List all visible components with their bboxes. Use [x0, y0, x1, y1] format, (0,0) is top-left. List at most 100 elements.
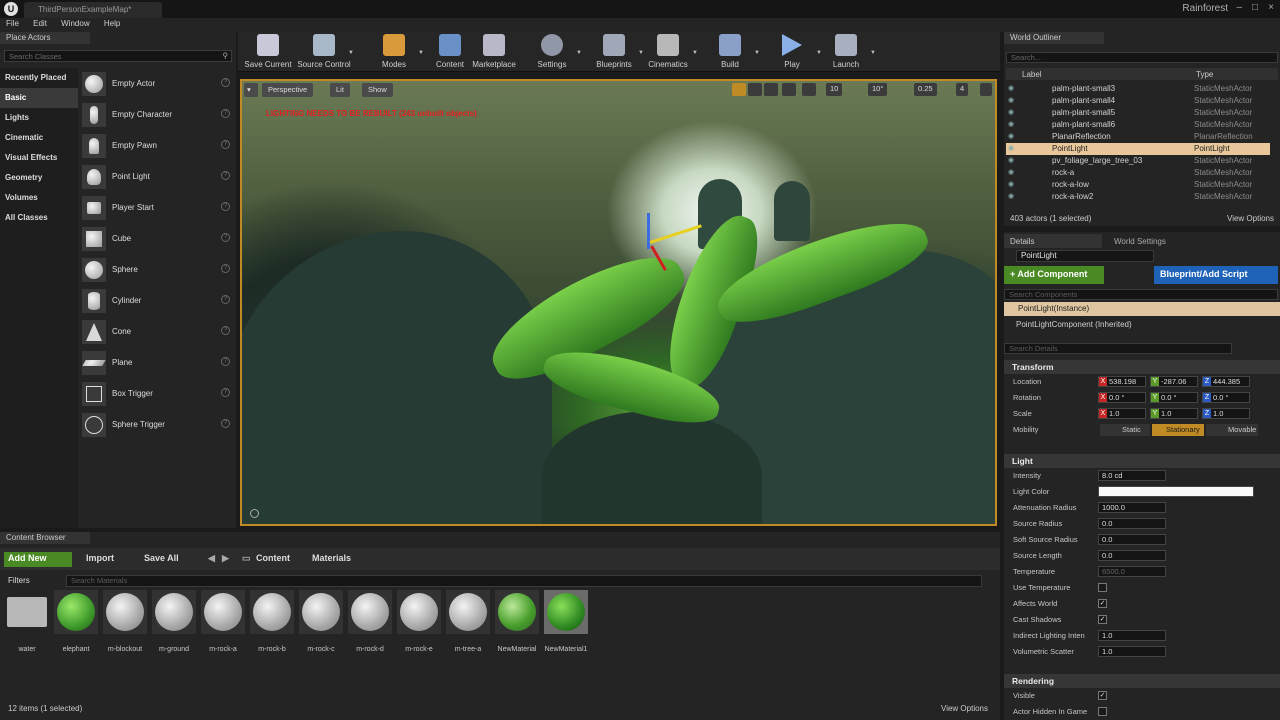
location-label[interactable]: Location [1013, 377, 1041, 386]
marketplace-button[interactable]: Marketplace [466, 34, 522, 69]
modes-button[interactable]: Modes ▼ [366, 34, 424, 69]
rotate-tool-icon[interactable] [748, 83, 762, 96]
asset-tile[interactable]: water [4, 590, 50, 653]
visibility-eye-icon[interactable]: ◉ [1008, 83, 1014, 95]
mobility-stationary-button[interactable]: Stationary [1152, 424, 1204, 436]
minimize-icon[interactable]: – [1236, 2, 1242, 13]
help-icon[interactable]: ? [221, 295, 230, 304]
rotation-label[interactable]: Rotation [1013, 393, 1041, 402]
content-browser-tab[interactable]: Content Browser [0, 532, 90, 544]
class-search-input[interactable]: Search Classes ⚲ [4, 50, 232, 62]
asset-tile[interactable]: m-rock-a [200, 590, 246, 653]
show-button[interactable]: Show [362, 83, 393, 97]
transform-header[interactable]: Transform [1004, 360, 1280, 374]
outliner-row[interactable]: ◉ rock-a-low2 StaticMeshActor [1006, 191, 1270, 203]
save-all-button[interactable]: Save All [140, 552, 183, 567]
actor-item[interactable]: Box Trigger? [80, 378, 232, 409]
scale-x[interactable]: X 1.0 [1098, 408, 1146, 419]
scale-y[interactable]: Y 1.0 [1150, 408, 1198, 419]
component-instance-row[interactable]: PointLight(Instance) [1004, 302, 1280, 316]
outliner-row-selected[interactable]: ◉ PointLight PointLight [1006, 143, 1270, 155]
outliner-row[interactable]: ◉ palm-plant-small6 StaticMeshActor [1006, 119, 1270, 131]
soft-source-radius-field[interactable]: 0.0 [1098, 534, 1166, 545]
lit-button[interactable]: Lit [330, 83, 350, 97]
visibility-eye-icon[interactable]: ◉ [1008, 167, 1014, 179]
help-icon[interactable]: ? [221, 419, 230, 428]
asset-tile[interactable]: m-rock-e [396, 590, 442, 653]
menu-edit[interactable]: Edit [27, 18, 53, 29]
source-length-field[interactable]: 0.0 [1098, 550, 1166, 561]
add-component-button[interactable]: + Add Component [1004, 266, 1104, 284]
visibility-eye-icon[interactable]: ◉ [1008, 119, 1014, 131]
perspective-button[interactable]: Perspective [262, 83, 314, 97]
help-icon[interactable]: ? [221, 109, 230, 118]
help-icon[interactable]: ? [221, 233, 230, 242]
scale-snap-value[interactable]: 0.25 [914, 83, 937, 96]
asset-tile[interactable]: m-rock-c [298, 590, 344, 653]
source-control-button[interactable]: Source Control ▼ [296, 34, 354, 69]
category-lights[interactable]: Lights [0, 108, 78, 128]
place-actors-tab[interactable]: Place Actors [0, 32, 90, 44]
save-current-button[interactable]: Save Current [240, 34, 296, 69]
outliner-row[interactable]: ◉ rock-a-low StaticMeshActor [1006, 179, 1270, 191]
world-settings-tab[interactable]: World Settings [1108, 234, 1172, 248]
category-basic[interactable]: Basic [0, 88, 78, 108]
actor-item[interactable]: Empty Character? [80, 99, 232, 130]
close-icon[interactable]: × [1268, 2, 1274, 13]
intensity-field[interactable]: 8.0 cd [1098, 470, 1166, 481]
launch-button[interactable]: Launch ▼ [818, 34, 876, 69]
actor-item[interactable]: Empty Actor? [80, 68, 232, 99]
asset-tile[interactable]: m-blockout [102, 590, 148, 653]
indirect-lighting-field[interactable]: 1.0 [1098, 630, 1166, 641]
cast-shadows-checkbox[interactable]: ✓ [1098, 615, 1107, 624]
mobility-static-button[interactable]: Static [1100, 424, 1150, 436]
surface-snap-icon[interactable] [802, 83, 816, 96]
details-tab[interactable]: Details [1004, 234, 1102, 248]
breadcrumb-materials[interactable]: Materials [308, 552, 355, 567]
point-light-component-row[interactable]: PointLightComponent (Inherited) [1016, 320, 1132, 329]
help-icon[interactable]: ? [221, 264, 230, 273]
dropdown-icon[interactable]: ▼ [754, 50, 760, 56]
menu-file[interactable]: File [0, 18, 25, 29]
visibility-eye-icon[interactable]: ◉ [1008, 95, 1014, 107]
maximize-icon[interactable]: □ [1252, 2, 1258, 13]
help-icon[interactable]: ? [221, 140, 230, 149]
outliner-row[interactable]: ◉ palm-plant-small3 StaticMeshActor [1006, 83, 1270, 95]
filters-button[interactable]: Filters [8, 576, 30, 585]
visibility-eye-icon[interactable]: ◉ [1008, 179, 1014, 191]
asset-tile[interactable]: elephant [53, 590, 99, 653]
hidden-in-game-checkbox[interactable] [1098, 707, 1107, 716]
asset-tile-selected[interactable]: NewMaterial1 [543, 590, 589, 653]
materials-search-input[interactable]: Search Materials [66, 575, 982, 587]
light-color-label[interactable]: Light Color [1013, 487, 1049, 496]
visibility-eye-icon[interactable]: ◉ [1008, 131, 1014, 143]
outliner-row[interactable]: ◉ PlanarReflection PlanarReflection [1006, 131, 1270, 143]
category-geometry[interactable]: Geometry [0, 168, 78, 188]
visibility-eye-icon[interactable]: ◉ [1008, 143, 1014, 155]
level-tab[interactable]: ThirdPersonExampleMap* [24, 2, 162, 18]
maximize-viewport-icon[interactable] [980, 83, 992, 96]
outliner-row[interactable]: ◉ pv_foliage_large_tree_03 StaticMeshActor [1006, 155, 1270, 167]
category-cinematic[interactable]: Cinematic [0, 128, 78, 148]
category-visual-effects[interactable]: Visual Effects [0, 148, 78, 168]
type-column-header[interactable]: Type [1196, 70, 1213, 79]
actor-name-field[interactable]: PointLight [1016, 250, 1154, 262]
light-color-swatch[interactable] [1098, 486, 1254, 497]
breadcrumb-content[interactable]: Content [252, 552, 294, 567]
location-x[interactable]: X 538.198 [1098, 376, 1146, 387]
affects-world-checkbox[interactable]: ✓ [1098, 599, 1107, 608]
dropdown-icon[interactable]: ▼ [692, 50, 698, 56]
use-temperature-checkbox[interactable] [1098, 583, 1107, 592]
view-options-button[interactable]: View Options [1227, 214, 1274, 223]
attenuation-radius-field[interactable]: 1000.0 [1098, 502, 1166, 513]
rotation-x[interactable]: X 0.0 ° [1098, 392, 1146, 403]
outliner-search-input[interactable]: Search... [1006, 52, 1278, 63]
scale-tool-icon[interactable] [764, 83, 778, 96]
play-button[interactable]: Play ▼ [764, 34, 822, 69]
asset-tile[interactable]: m-rock-b [249, 590, 295, 653]
camera-speed-value[interactable]: 4 [956, 83, 969, 96]
actor-item[interactable]: Plane? [80, 347, 232, 378]
visibility-eye-icon[interactable]: ◉ [1008, 107, 1014, 119]
cinematics-button[interactable]: Cinematics ▼ [640, 34, 698, 69]
help-icon[interactable]: ? [221, 357, 230, 366]
